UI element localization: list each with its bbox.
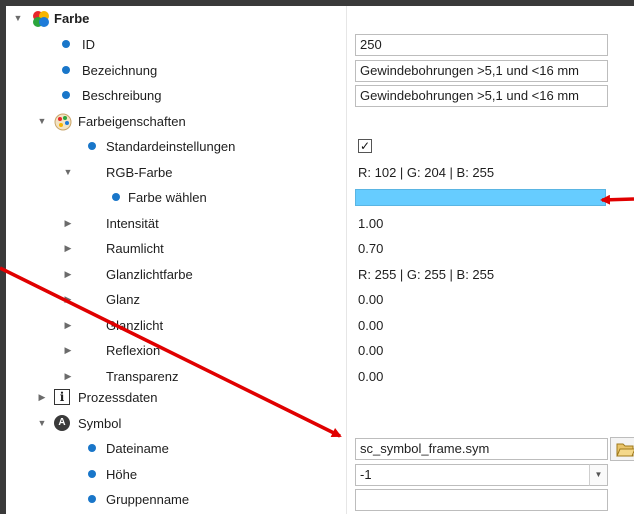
intensitaet-value: 1.00: [358, 215, 384, 231]
tree-label-reflexion: Reflexion: [106, 343, 161, 358]
collapsed-arrow-icon[interactable]: ▶: [62, 338, 74, 364]
symbol-icon: A: [54, 414, 70, 431]
tree-label-glanzlichtfarbe: Glanzlichtfarbe: [106, 266, 193, 282]
bullet-icon: [88, 469, 96, 478]
bullet-icon: [62, 40, 70, 48]
tree-row-reflexion[interactable]: ▶ Reflexion 0.00: [6, 338, 634, 364]
expanded-arrow-icon[interactable]: ▼: [36, 109, 48, 135]
tree-label-gruppenname: Gruppenname: [106, 492, 190, 507]
tree-row-bezeichnung[interactable]: Bezeichnung Gewindebohrungen >5,1 und <1…: [6, 58, 634, 84]
color-balls-icon: [32, 10, 50, 28]
bullet-icon: [62, 65, 70, 74]
tree-row-farbe[interactable]: ▼ Farbe: [6, 6, 634, 32]
tree-row-glanzlichtfarbe[interactable]: ▶ Glanzlichtfarbe R: 255 | G: 255 | B: 2…: [6, 262, 634, 288]
gruppenname-field[interactable]: [355, 489, 608, 511]
tree-label-symbol: Symbol: [78, 415, 122, 431]
tree-label-farbeigenschaften: Farbeigenschaften: [78, 113, 186, 129]
tree-label-glanzlicht: Glanzlicht: [106, 317, 164, 333]
expanded-arrow-icon[interactable]: ▼: [62, 160, 74, 186]
tree-row-rgb-farbe[interactable]: ▼ RGB-Farbe R: 102 | G: 204 | B: 255: [6, 160, 634, 186]
tree-label-dateiname: Dateiname: [106, 441, 169, 456]
tree-row-beschreibung[interactable]: Beschreibung Gewindebohrungen >5,1 und <…: [6, 83, 634, 109]
palette-icon: [54, 113, 72, 131]
tree-row-hoehe[interactable]: Höhe -1 ▼: [6, 462, 634, 488]
tree-label-beschreibung: Beschreibung: [82, 88, 162, 103]
window-left-border: [0, 0, 6, 514]
tree-row-symbol[interactable]: ▼ A Symbol: [6, 411, 634, 437]
id-field[interactable]: 250: [355, 34, 608, 56]
glanz-value: 0.00: [358, 292, 384, 307]
tree-row-prozessdaten[interactable]: ▶ i Prozessdaten: [6, 385, 634, 411]
color-picker-swatch[interactable]: [355, 189, 606, 206]
folder-open-icon: [616, 443, 634, 457]
tree-label-intensitaet: Intensität: [106, 215, 159, 231]
tree-label-glanz: Glanz: [106, 292, 140, 307]
tree-row-gruppenname[interactable]: Gruppenname: [6, 487, 634, 513]
tree-label-standardeinstellungen: Standardeinstellungen: [106, 139, 236, 154]
tree-row-glanzlicht[interactable]: ▶ Glanzlicht 0.00: [6, 313, 634, 339]
rgb-farbe-value: R: 102 | G: 204 | B: 255: [358, 164, 495, 180]
tree-row-standardeinstellungen[interactable]: Standardeinstellungen ✓: [6, 134, 634, 160]
bezeichnung-field[interactable]: Gewindebohrungen >5,1 und <16 mm: [355, 59, 608, 82]
collapsed-arrow-icon[interactable]: ▶: [36, 385, 48, 411]
bullet-icon: [88, 495, 96, 503]
collapsed-arrow-icon[interactable]: ▶: [62, 262, 74, 288]
tree-row-raumlicht[interactable]: ▶ Raumlicht 0.70: [6, 236, 634, 262]
tree-label-prozessdaten: Prozessdaten: [78, 390, 158, 405]
beschreibung-field[interactable]: Gewindebohrungen >5,1 und <16 mm: [355, 85, 608, 107]
tree-row-farbeigenschaften[interactable]: ▼ Farbeigenschaften: [6, 109, 634, 135]
hoehe-combobox[interactable]: -1: [355, 463, 608, 486]
open-folder-button[interactable]: [610, 437, 634, 461]
dateiname-field[interactable]: sc_symbol_frame.sym: [355, 438, 608, 460]
collapsed-arrow-icon[interactable]: ▶: [62, 287, 74, 313]
bullet-icon: [62, 91, 70, 99]
tree-label-hoehe: Höhe: [106, 466, 138, 482]
tree-label-raumlicht: Raumlicht: [106, 241, 164, 256]
standardeinstellungen-checkbox[interactable]: ✓: [358, 139, 372, 153]
bullet-icon: [88, 142, 96, 150]
window-top-border: [0, 0, 634, 6]
expanded-arrow-icon[interactable]: ▼: [36, 411, 48, 437]
glanzlichtfarbe-value: R: 255 | G: 255 | B: 255: [358, 266, 495, 282]
tree-row-farbe-waehlen[interactable]: Farbe wählen: [6, 185, 634, 211]
tree-label-bezeichnung: Bezeichnung: [82, 62, 158, 78]
tree-row-id[interactable]: ID 250: [6, 32, 634, 58]
tree-label-rgb-farbe: RGB-Farbe: [106, 164, 173, 180]
tree-row-glanz[interactable]: ▶ Glanz 0.00: [6, 287, 634, 313]
reflexion-value: 0.00: [358, 343, 384, 358]
property-panel: ▼ Farbe ID 250 Bezeichnung Gewindebohrun…: [0, 0, 634, 514]
tree-label-id: ID: [82, 37, 95, 52]
tree-label-farbe: Farbe: [54, 11, 90, 26]
chevron-down-icon[interactable]: ▼: [589, 463, 608, 486]
bullet-icon: [88, 444, 96, 452]
collapsed-arrow-icon[interactable]: ▶: [62, 313, 74, 339]
raumlicht-value: 0.70: [358, 241, 384, 256]
glanzlicht-value: 0.00: [358, 317, 384, 333]
info-icon: i: [54, 389, 70, 405]
collapsed-arrow-icon[interactable]: ▶: [62, 236, 74, 262]
expanded-arrow-icon[interactable]: ▼: [12, 6, 24, 32]
tree-row-dateiname[interactable]: Dateiname sc_symbol_frame.sym: [6, 436, 634, 462]
bullet-icon: [112, 193, 120, 201]
tree-label-farbe-waehlen: Farbe wählen: [128, 190, 207, 205]
collapsed-arrow-icon[interactable]: ▶: [62, 211, 74, 237]
tree-row-intensitaet[interactable]: ▶ Intensität 1.00: [6, 211, 634, 237]
